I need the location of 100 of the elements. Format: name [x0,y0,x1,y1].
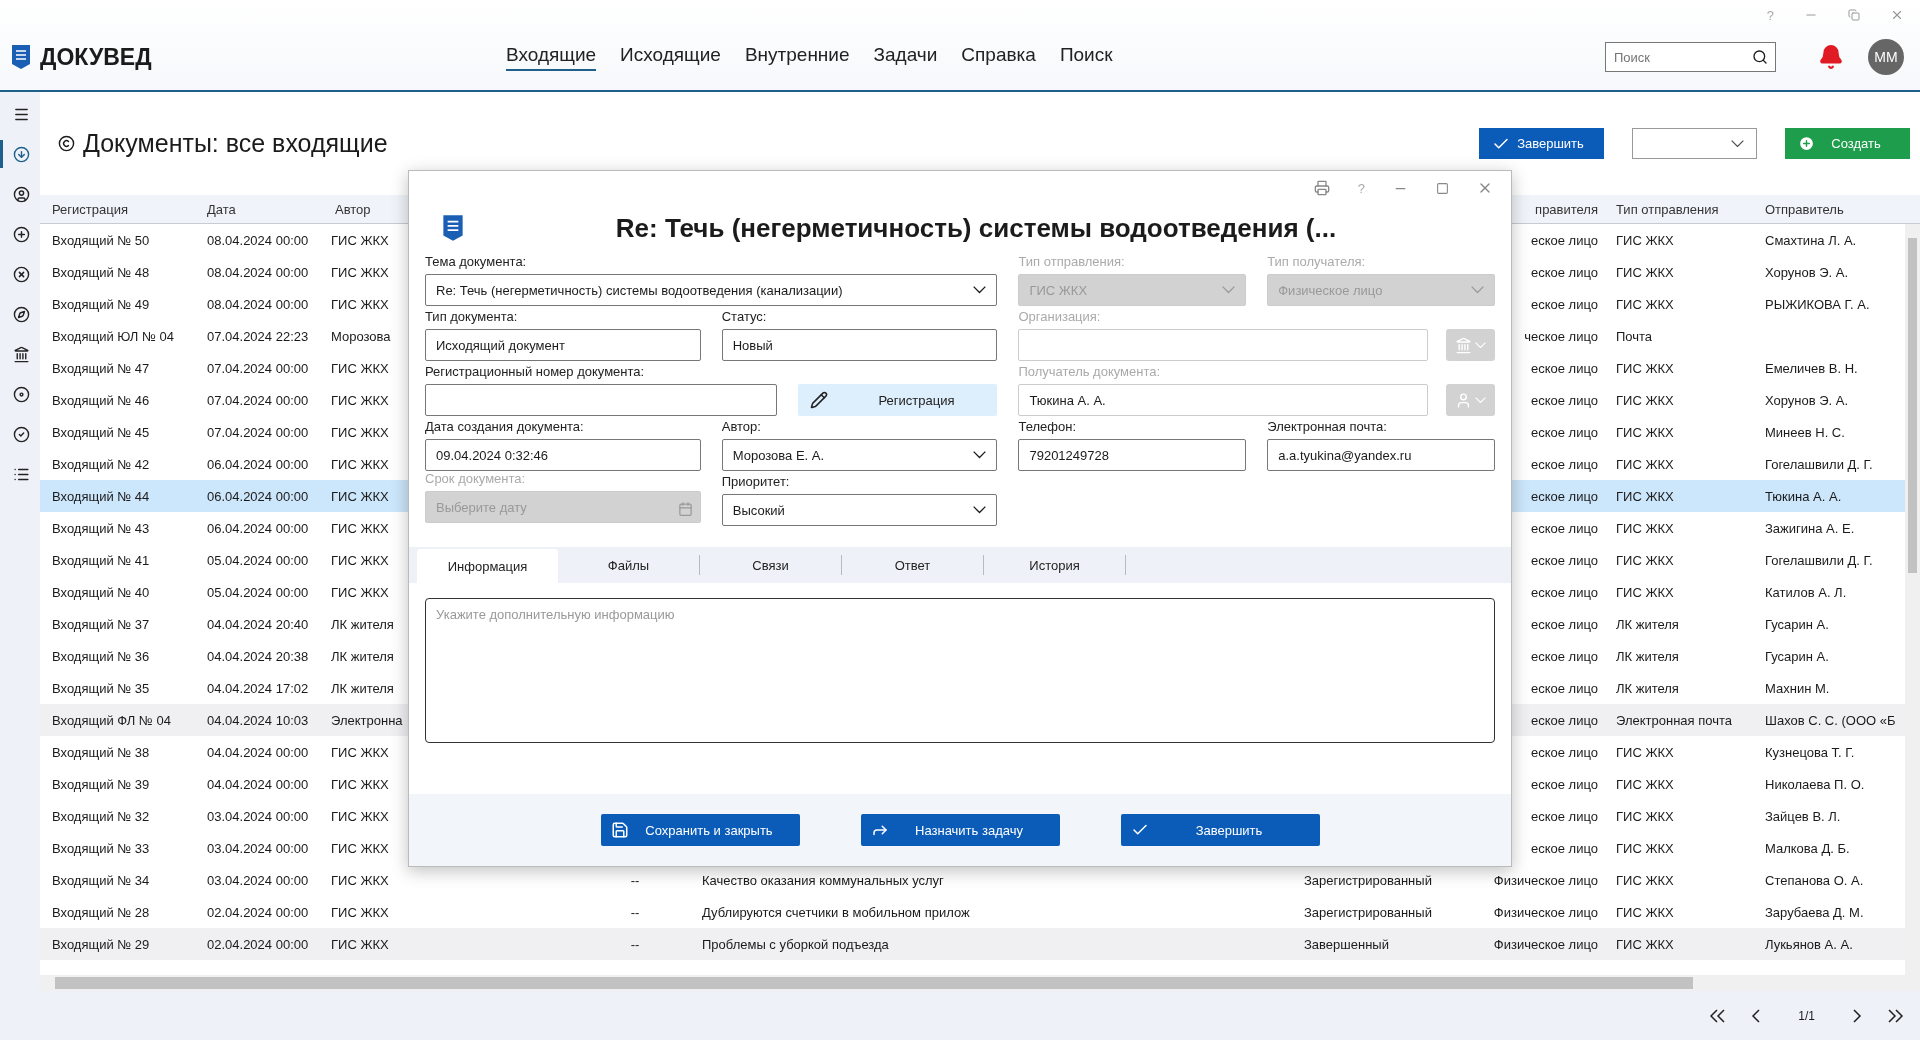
table-cell: ГИС ЖКХ [331,392,389,408]
field-label: Получатель документа: [1018,364,1161,381]
field-label: Тема документа: [425,254,527,271]
table-cell: РЫЖИКОВА Г. А. [1765,296,1870,312]
field-label: Электронная почта: [1267,419,1387,436]
table-cell: еское лицо [1531,360,1598,376]
table-cell: Степанова О. А. [1765,872,1864,888]
table-cell: Входящий № 41 [52,552,150,568]
table-cell: 05.04.2024 00:00 [207,584,309,600]
table-cell: Зарегистрированный [1304,904,1432,920]
table-cell: 02.04.2024 00:00 [207,904,309,920]
table-cell: Входящий № 36 [52,648,150,664]
table-cell: еское лицо [1531,616,1598,632]
table-cell: еское лицо [1531,424,1598,440]
table-cell: ГИС ЖКХ [331,744,389,760]
table-cell: ГИС ЖКХ [1616,840,1674,856]
field-label: Автор: [721,419,761,436]
table-cell: 03.04.2024 00:00 [207,872,309,888]
table-cell: 03.04.2024 00:00 [207,808,309,824]
table-cell: Входящий № 32 [52,808,150,824]
table-cell: 07.04.2024 22:23 [207,328,309,344]
table-cell: ГИС ЖКХ [1616,744,1674,760]
table-cell: ГИС ЖКХ [331,456,389,472]
table-cell: Зарегистрированный [1304,872,1432,888]
table-cell: ГИС ЖКХ [331,584,389,600]
table-cell: Проблемы с уборкой подъезда [702,936,889,952]
table-cell: Махнин М. [1765,680,1830,696]
table-cell: -- [630,936,640,952]
table-cell: ГИС ЖКХ [331,424,389,440]
table-cell: ЛК жителя [1616,616,1679,632]
table-cell: Гогелашвили Д. Г. [1765,456,1873,472]
table-cell: ГИС ЖКХ [331,936,389,952]
table-cell: -- [630,872,640,888]
table-cell: ГИС ЖКХ [1616,520,1674,536]
table-cell: Входящий № 29 [52,936,150,952]
dialog-title: Re: Течь (негерметичность) системы водоотведения (... [614,212,1338,244]
table-cell: еское лицо [1531,456,1598,472]
table-cell: Гусарин А. [1765,616,1829,632]
table-cell: 04.04.2024 17:02 [207,680,309,696]
table-cell: ГИС ЖКХ [1616,776,1674,792]
table-cell: Малкова Д. Б. [1765,840,1850,856]
table-cell: Хорунов Э. А. [1765,392,1849,408]
table-cell: ГИС ЖКХ [1616,872,1674,888]
table-cell: ГИС ЖКХ [1616,584,1674,600]
table-cell: Физическое лицо [1493,904,1598,920]
table-cell: 07.04.2024 00:00 [207,424,309,440]
table-cell: еское лицо [1531,712,1598,728]
table-cell: еское лицо [1531,744,1598,760]
field-label: Телефон: [1018,419,1076,436]
table-cell: 04.04.2024 00:00 [207,744,309,760]
table-cell: Лукьянов А. А. [1765,936,1853,952]
table-cell: ГИС ЖКХ [331,552,389,568]
table-cell: Катилов А. Л. [1765,584,1847,600]
table-cell: ЛК жителя [331,616,394,632]
table-cell: Николаева П. О. [1765,776,1865,792]
table-cell: Входящий № 37 [52,616,150,632]
field-label: Организация: [1018,309,1101,326]
table-cell: 06.04.2024 00:00 [207,488,309,504]
table-cell: Входящий № 47 [52,360,150,376]
table-cell: еское лицо [1531,680,1598,696]
table-cell: 04.04.2024 20:38 [207,648,309,664]
table-cell: еское лицо [1531,392,1598,408]
table-cell: 05.04.2024 00:00 [207,552,309,568]
table-cell: Входящий № 34 [52,872,150,888]
table-cell: ГИС ЖКХ [1616,264,1674,280]
table-cell: Хорунов Э. А. [1765,264,1849,280]
field-label: Приоритет: [721,474,790,491]
table-cell: Гогелашвили Д. Г. [1765,552,1873,568]
table-cell: 07.04.2024 00:00 [207,360,309,376]
table-cell: еское лицо [1531,776,1598,792]
table-cell: Физическое лицо [1493,872,1598,888]
field-label: Тип получателя: [1267,254,1366,271]
table-cell: 03.04.2024 00:00 [207,840,309,856]
table-cell: ГИС ЖКХ [1616,488,1674,504]
table-cell: -- [630,904,640,920]
table-cell: ГИС ЖКХ [331,296,389,312]
app-logo: ДОКУВЕД [40,43,152,71]
table-cell: ГИС ЖКХ [331,904,389,920]
table-cell: Входящий № 43 [52,520,150,536]
page-title: Документы: все входящие [83,129,389,158]
table-cell: ГИС ЖКХ [1616,456,1674,472]
table-cell: ГИС ЖКХ [1616,904,1674,920]
table-cell: Входящий № 42 [52,456,150,472]
table-cell: Входящий ЮЛ № 04 [52,328,174,344]
table-cell: Морозова [331,328,391,344]
field-label: Дата создания документа: [425,419,584,436]
table-cell: 02.04.2024 00:00 [207,936,309,952]
table-cell: еское лицо [1531,648,1598,664]
table-cell: Кузнецова Т. Г. [1765,744,1855,760]
table-cell: ГИС ЖКХ [331,360,389,376]
table-cell: 08.04.2024 00:00 [207,296,309,312]
table-cell: ГИС ЖКХ [331,488,389,504]
table-cell: Гусарин А. [1765,648,1829,664]
table-cell: 08.04.2024 00:00 [207,264,309,280]
table-cell: еское лицо [1531,296,1598,312]
table-cell: ГИС ЖКХ [331,808,389,824]
table-cell: Входящий № 38 [52,744,150,760]
table-cell: Дублируются счетчики в мобильном прилож [702,904,970,920]
table-cell: Входящий № 45 [52,424,150,440]
table-cell: Зайцев В. Л. [1765,808,1841,824]
